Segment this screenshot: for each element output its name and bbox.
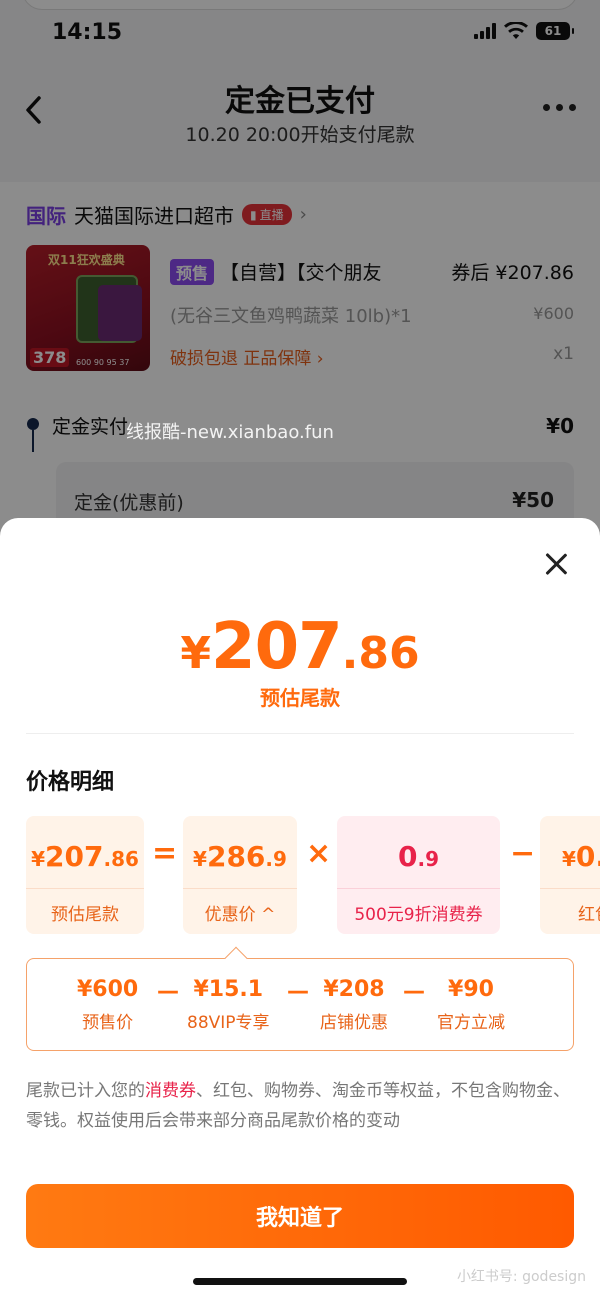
minus-operator: — [403,979,425,1004]
breakdown-88vip: ¥15.1 88VIP专享 [187,977,270,1033]
estimated-balance-label: 预估尾款 [260,686,340,710]
divider [26,733,574,734]
equals-operator: = [152,836,178,871]
discount-breakdown: ¥600 预售价 — ¥15.1 88VIP专享 — ¥208 店铺优惠 — ¥… [26,958,574,1051]
close-icon[interactable] [544,552,568,576]
amount-currency: ¥ [180,628,212,679]
formula-value: ¥207.86 [31,840,139,873]
coupon-highlight: 消费券 [145,1081,196,1101]
amount-decimal: .86 [341,628,420,679]
price-detail-title: 价格明细 [26,770,115,795]
watermark-text: 线报酷-new.xianbao.fun [126,422,334,443]
formula-value: ¥0. [562,840,600,873]
multiply-operator: × [306,836,332,871]
breakdown-official-reduction: ¥90 官方立减 [437,977,505,1033]
formula-cell-redpacket: ¥0. 红包 [540,816,600,934]
breakdown-presale-price: ¥600 预售价 [77,977,139,1033]
formula-value: 0.9 [398,840,439,873]
minus-operator: − [510,836,536,871]
formula-value: ¥286.9 [193,840,287,873]
price-formula: ¥207.86 预估尾款 = ¥286.9 优惠价 ^ × 0.9 500元9折… [26,816,600,934]
breakdown-store-discount: ¥208 店铺优惠 [320,977,388,1033]
formula-label: 预估尾款 [51,905,119,925]
estimated-balance-amount: ¥207.86 [0,610,600,684]
formula-cell-discount-price[interactable]: ¥286.9 优惠价 ^ [183,816,297,934]
formula-label: 优惠价 ^ [204,905,276,925]
corner-watermark: 小红书号: godesign [456,1269,586,1285]
formula-cell-estimated: ¥207.86 预估尾款 [26,816,144,934]
minus-operator: — [157,979,179,1004]
formula-label: 红包 [578,905,600,925]
balance-detail-sheet: ¥207.86 预估尾款 价格明细 ¥207.86 预估尾款 = ¥286.9 … [0,518,600,1299]
amount-integer: 207 [211,610,343,684]
minus-operator: — [287,979,309,1004]
formula-cell-coupon: 0.9 500元9折消费券 [337,816,500,934]
balance-note: 尾款已计入您的消费券、红包、购物券、淘金币等权益，不包含购物金、零钱。权益使用后… [26,1081,570,1131]
formula-label: 500元9折消费券 [354,905,483,925]
home-indicator [193,1278,407,1285]
got-it-button[interactable]: 我知道了 [26,1184,574,1248]
